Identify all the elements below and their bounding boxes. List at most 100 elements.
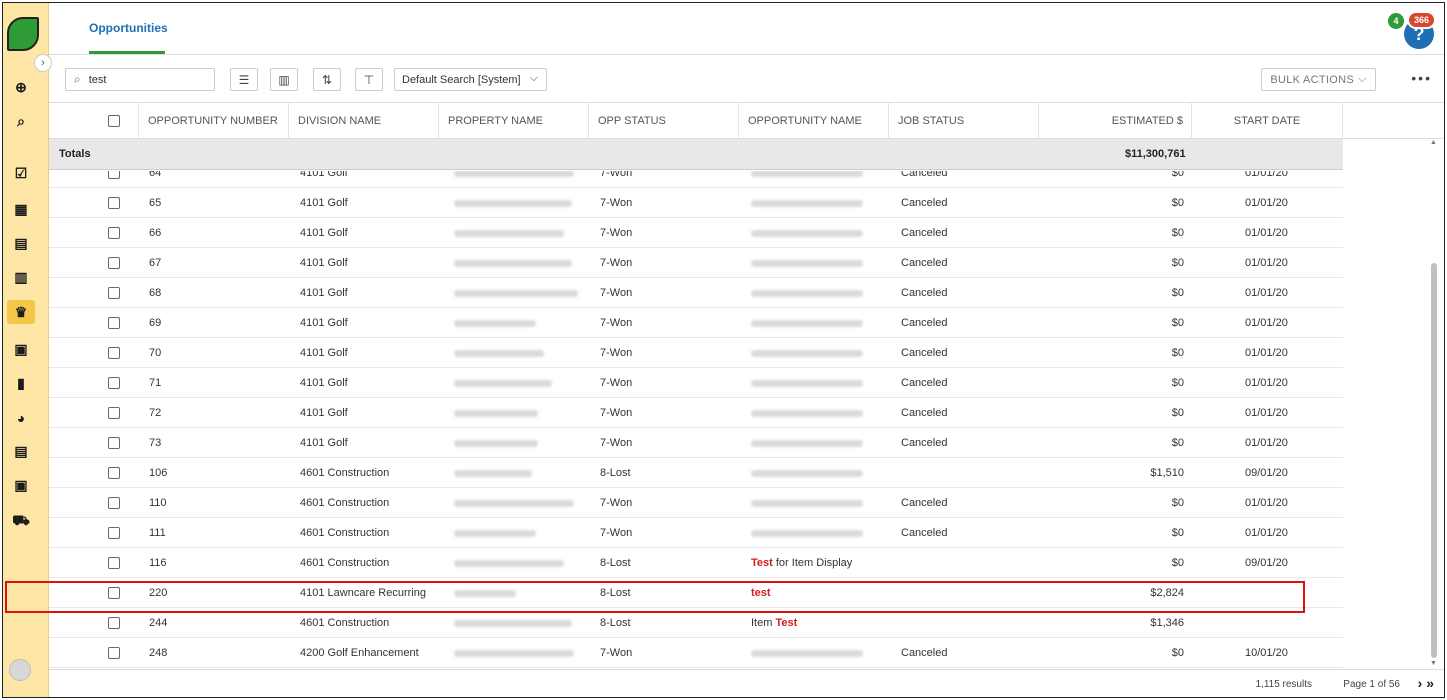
contacts-icon[interactable]: ▤ [10, 233, 32, 253]
next-page-icon[interactable]: › » [1418, 675, 1434, 691]
redacted-property-name [454, 470, 532, 477]
table-row[interactable]: 116 4601 Construction 8-Lost Test for Item … [49, 548, 1343, 578]
table-row[interactable]: 65 4101 Golf 7-Won Canceled $0 01/01/20 [49, 188, 1343, 218]
column-header-estimated[interactable]: ESTIMATED $ [1039, 103, 1192, 139]
row-checkbox[interactable] [108, 347, 120, 359]
table-row[interactable]: 71 4101 Golf 7-Won Canceled $0 01/01/20 [49, 368, 1343, 398]
calendar-icon[interactable]: ▦ [10, 199, 32, 219]
scroll-down-icon[interactable]: ▼ [1430, 660, 1437, 667]
column-header-opportunity-number[interactable]: OPPORTUNITY NUMBER [139, 103, 289, 139]
row-checkbox[interactable] [108, 197, 120, 209]
search-icon[interactable]: ⌕ [10, 111, 32, 131]
row-checkbox[interactable] [108, 407, 120, 419]
row-checkbox[interactable] [108, 287, 120, 299]
cell-start-date: 01/01/20 [1245, 437, 1288, 449]
row-checkbox[interactable] [108, 557, 120, 569]
properties-icon[interactable]: ▥ [10, 267, 32, 287]
table-row[interactable]: 220 4101 Lawncare Recurring 8-Lost test $2,8… [49, 578, 1343, 608]
redacted-opportunity-name [751, 200, 863, 207]
table-row[interactable]: 67 4101 Golf 7-Won Canceled $0 01/01/20 [49, 248, 1343, 278]
row-checkbox[interactable] [108, 617, 120, 629]
table-row[interactable]: 111 4601 Construction 7-Won Canceled $0 01/01… [49, 518, 1343, 548]
saved-search-dropdown[interactable]: Default Search [System] ⌵ [394, 68, 547, 91]
totals-row: Totals $11,300,761 [49, 139, 1343, 170]
saved-search-label: Default Search [System] [402, 73, 521, 86]
user-avatar[interactable] [9, 659, 31, 681]
row-checkbox[interactable] [108, 317, 120, 329]
column-header-start-date[interactable]: START DATE [1192, 103, 1343, 139]
redacted-property-name [454, 590, 516, 597]
results-count: 1,115 results [1255, 679, 1312, 690]
cell-opp-status: 7-Won [600, 377, 633, 389]
scrollbar-thumb[interactable] [1431, 263, 1437, 658]
notification-badge-green[interactable]: 4 [1386, 11, 1406, 31]
table-row[interactable]: 70 4101 Golf 7-Won Canceled $0 01/01/20 [49, 338, 1343, 368]
tab-opportunities[interactable]: Opportunities [89, 21, 168, 35]
row-checkbox[interactable] [108, 377, 120, 389]
column-header-property-name[interactable]: PROPERTY NAME [439, 103, 589, 139]
table-row[interactable]: 72 4101 Golf 7-Won Canceled $0 01/01/20 [49, 398, 1343, 428]
column-header-division-name[interactable]: DIVISION NAME [289, 103, 439, 139]
redacted-property-name [454, 560, 564, 567]
row-checkbox[interactable] [108, 437, 120, 449]
archive-icon[interactable]: ▣ [10, 475, 32, 495]
vertical-scrollbar[interactable]: ▲ ▼ [1429, 139, 1439, 667]
bulk-actions-button[interactable]: BULK ACTIONS ⌵ [1261, 68, 1376, 91]
table-row[interactable]: 68 4101 Golf 7-Won Canceled $0 01/01/20 [49, 278, 1343, 308]
header-spacer [49, 103, 139, 139]
search-input[interactable] [86, 72, 197, 87]
table-row[interactable]: 248 4200 Golf Enhancement 7-Won Canceled $0 1… [49, 638, 1343, 668]
sort-button[interactable]: ⇅ [313, 68, 341, 91]
cell-opp-status: 7-Won [600, 197, 633, 209]
group-button[interactable]: ⊤ [355, 68, 383, 91]
cell-division-name: 4101 Golf [300, 347, 348, 359]
tasks-icon[interactable]: ☑ [10, 163, 32, 183]
cell-opportunity-name[interactable]: Test for Item Display [751, 548, 891, 578]
cell-opp-status: 7-Won [600, 407, 633, 419]
cell-opportunity-number: 65 [149, 197, 162, 209]
table-row[interactable]: 110 4601 Construction 7-Won Canceled $0 01/01… [49, 488, 1343, 518]
table-row[interactable]: 244 4601 Construction 8-Lost Item Test $1,34… [49, 608, 1343, 638]
column-header-job-status[interactable]: JOB STATUS [889, 103, 1039, 139]
cell-start-date: 01/01/20 [1245, 377, 1288, 389]
opportunities-icon[interactable]: ♛ [7, 300, 35, 324]
add-icon[interactable]: ⊕ [10, 77, 32, 97]
cell-opportunity-name[interactable]: test [751, 578, 891, 608]
redacted-opportunity-name [751, 380, 863, 387]
cell-opportunity-number: 248 [149, 647, 168, 659]
row-checkbox[interactable] [108, 171, 120, 179]
redacted-opportunity-name [751, 650, 863, 657]
app-logo[interactable] [7, 17, 39, 51]
column-header-opp-status[interactable]: OPP STATUS [589, 103, 739, 139]
row-checkbox[interactable] [108, 587, 120, 599]
row-checkbox[interactable] [108, 647, 120, 659]
reports-icon[interactable]: ◕ [10, 408, 32, 428]
row-checkbox[interactable] [108, 527, 120, 539]
row-checkbox[interactable] [108, 467, 120, 479]
notification-badge-red[interactable]: 366 [1406, 11, 1436, 29]
redacted-property-name [454, 440, 538, 447]
scroll-up-icon[interactable]: ▲ [1430, 139, 1437, 146]
table-row[interactable]: 69 4101 Golf 7-Won Canceled $0 01/01/20 [49, 308, 1343, 338]
equipment-icon[interactable]: ⛟ [10, 511, 32, 531]
cell-opp-status: 7-Won [600, 171, 633, 179]
clipboard-icon[interactable]: ▮ [10, 373, 32, 393]
cell-estimated: $2,824 [1150, 587, 1184, 599]
cell-opportunity-name[interactable]: Item Test [751, 608, 891, 638]
filter-button[interactable]: ☰ [230, 68, 258, 91]
column-header-opportunity-name[interactable]: OPPORTUNITY NAME [739, 103, 889, 139]
table-row[interactable]: 73 4101 Golf 7-Won Canceled $0 01/01/20 [49, 428, 1343, 458]
row-checkbox[interactable] [108, 257, 120, 269]
search-field[interactable]: ⌕ [65, 68, 215, 91]
more-options-button[interactable]: ••• [1411, 70, 1432, 86]
cell-start-date: 01/01/20 [1245, 171, 1288, 179]
schedule-icon[interactable]: ▣ [10, 339, 32, 359]
select-all-checkbox[interactable] [108, 115, 120, 127]
table-row[interactable]: 106 4601 Construction 8-Lost $1,510 09/01/20 [49, 458, 1343, 488]
table-row[interactable]: 64 4101 Golf 7-Won Canceled $0 01/01/20 [49, 171, 1343, 188]
table-row[interactable]: 66 4101 Golf 7-Won Canceled $0 01/01/20 [49, 218, 1343, 248]
row-checkbox[interactable] [108, 227, 120, 239]
row-checkbox[interactable] [108, 497, 120, 509]
invoices-icon[interactable]: ▤ [10, 441, 32, 461]
columns-button[interactable]: ▥ [270, 68, 298, 91]
